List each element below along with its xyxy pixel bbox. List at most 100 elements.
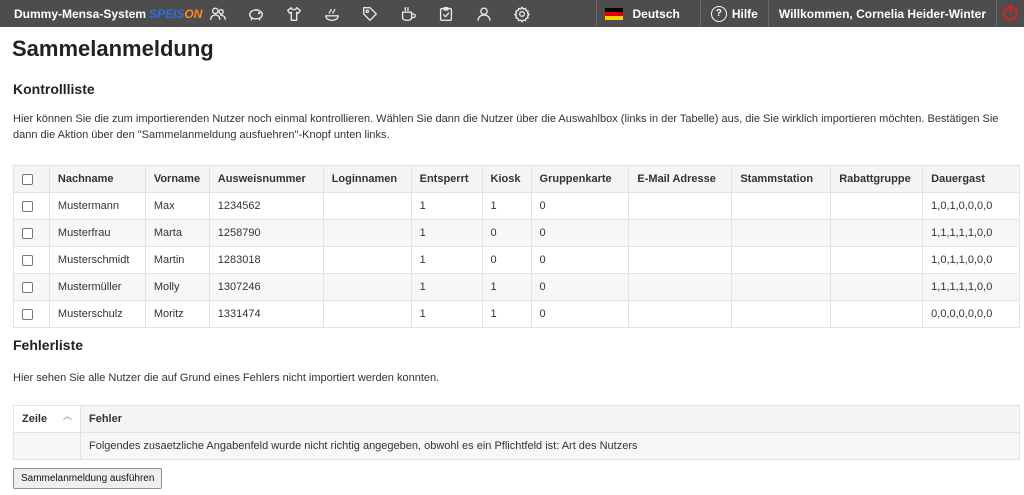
column-header[interactable]: Vorname bbox=[144, 165, 210, 193]
users-icon[interactable] bbox=[203, 0, 233, 27]
table-cell: 0 bbox=[530, 219, 630, 247]
fehlerliste-description: Hier sehen Sie alle Nutzer die auf Grund… bbox=[13, 372, 440, 384]
row-select-checkbox[interactable] bbox=[22, 281, 33, 293]
table-cell: 1331474 bbox=[208, 300, 324, 328]
table-cell: 0 bbox=[530, 273, 630, 301]
sort-icon: ︿ bbox=[62, 411, 72, 421]
header-right-group: Deutsch ? Hilfe Willkommen, Cornelia Hei… bbox=[596, 0, 1024, 27]
table-cell: 1 bbox=[481, 273, 532, 301]
help-button[interactable]: ? Hilfe bbox=[699, 0, 768, 27]
table-cell bbox=[628, 219, 733, 247]
table-cell: 0 bbox=[530, 300, 630, 328]
column-header[interactable]: Kiosk bbox=[481, 165, 532, 193]
table-cell bbox=[322, 192, 412, 220]
dish-icon[interactable] bbox=[317, 0, 347, 27]
column-header[interactable]: Nachname bbox=[48, 165, 146, 193]
shirt-icon[interactable] bbox=[279, 0, 309, 27]
german-flag-icon bbox=[605, 7, 624, 20]
column-header[interactable]: Fehler bbox=[80, 405, 1020, 433]
table-cell bbox=[731, 300, 832, 328]
table-cell: 1283018 bbox=[208, 246, 324, 274]
table-cell bbox=[628, 246, 733, 274]
table-cell: Mustermann bbox=[48, 192, 146, 220]
welcome-user[interactable]: Willkommen, Cornelia Heider-Winter bbox=[767, 0, 996, 27]
piggy-bank-icon[interactable] bbox=[241, 0, 271, 27]
execute-bulk-registration-button[interactable]: Sammelanmeldung ausführen bbox=[13, 468, 163, 489]
system-name: Dummy-Mensa-System bbox=[14, 6, 147, 21]
table-row: Musterschulz Moritz 1331474 1 1 0 0,0,0,0,0,0,… bbox=[13, 300, 1020, 328]
table-cell: 0 bbox=[530, 192, 630, 220]
column-header[interactable]: Stammstation bbox=[731, 165, 832, 193]
language-label: Deutsch bbox=[632, 6, 680, 21]
table-cell bbox=[830, 246, 924, 274]
column-header[interactable]: Gruppenkarte bbox=[530, 165, 630, 193]
table-cell: 1307246 bbox=[208, 273, 324, 301]
table-cell: Mustermüller bbox=[48, 273, 146, 301]
column-header[interactable]: Ausweisnummer bbox=[208, 165, 324, 193]
tag-icon[interactable] bbox=[355, 0, 385, 27]
row-select-checkbox[interactable] bbox=[22, 308, 33, 320]
table-cell: 1 bbox=[410, 273, 483, 301]
table-cell: 1,0,1,0,0,0,0 bbox=[922, 192, 1020, 220]
table-cell: Moritz bbox=[144, 300, 210, 328]
table-cell: 1,1,1,1,1,0,0 bbox=[922, 273, 1020, 301]
top-navigation-bar: Dummy-Mensa-System SPEISON Deutsch ? Hil… bbox=[0, 0, 1024, 27]
table-row: Mustermann Max 1234562 1 1 0 1,0,1,0,0,0,0 bbox=[13, 192, 1020, 220]
language-selector[interactable]: Deutsch bbox=[596, 0, 699, 27]
help-icon: ? bbox=[710, 5, 727, 22]
table-cell bbox=[830, 219, 924, 247]
table-row: Folgendes zusaetzliche Angabenfeld wurde… bbox=[13, 432, 1020, 460]
user-icon[interactable] bbox=[469, 0, 499, 27]
column-header[interactable]: Loginnamen bbox=[322, 165, 412, 193]
column-header[interactable]: Entsperrt bbox=[410, 165, 483, 193]
select-cell bbox=[13, 219, 50, 247]
logout-button[interactable] bbox=[996, 0, 1024, 27]
table-cell: 0,0,0,0,0,0,0 bbox=[922, 300, 1020, 328]
select-cell bbox=[13, 300, 50, 328]
kontrollliste-description: Hier können Sie die zum importierenden N… bbox=[13, 113, 999, 141]
column-header[interactable]: E-Mail Adresse bbox=[628, 165, 733, 193]
row-select-checkbox[interactable] bbox=[22, 227, 33, 239]
power-icon bbox=[1003, 5, 1018, 21]
row-select-checkbox[interactable] bbox=[22, 200, 33, 212]
table-cell bbox=[628, 300, 733, 328]
table-cell bbox=[731, 273, 832, 301]
table-cell bbox=[830, 273, 924, 301]
table-header-row: Nachname Vorname Ausweisnummer Loginname… bbox=[13, 165, 1020, 193]
main-nav bbox=[203, 0, 545, 27]
table-cell bbox=[731, 246, 832, 274]
table-cell: 1 bbox=[410, 192, 483, 220]
table-cell: Musterschmidt bbox=[48, 246, 146, 274]
table-cell bbox=[628, 273, 733, 301]
table-header-row: Zeile ︿ Fehler bbox=[13, 405, 1020, 433]
kontroll-table-body: Mustermann Max 1234562 1 1 0 1,0,1,0,0,0,0 Must… bbox=[13, 192, 1020, 328]
table-row: Mustermüller Molly 1307246 1 1 0 1,1,1,1,1,0,0 bbox=[13, 273, 1020, 301]
table-cell: 1,0,1,1,0,0,0 bbox=[922, 246, 1020, 274]
brand[interactable]: Dummy-Mensa-System SPEISON bbox=[0, 7, 203, 21]
table-cell: 0 bbox=[481, 246, 532, 274]
table-cell: 0 bbox=[530, 246, 630, 274]
cup-icon[interactable] bbox=[393, 0, 423, 27]
table-cell: Max bbox=[144, 192, 210, 220]
select-cell bbox=[13, 192, 50, 220]
column-header[interactable]: Dauergast bbox=[922, 165, 1020, 193]
table-cell bbox=[830, 192, 924, 220]
kontrollliste-heading: Kontrollliste bbox=[13, 81, 95, 97]
table-cell: 1234562 bbox=[208, 192, 324, 220]
column-header[interactable]: Rabattgruppe bbox=[830, 165, 924, 193]
table-cell bbox=[13, 432, 81, 460]
row-select-checkbox[interactable] bbox=[22, 254, 33, 266]
table-cell: 1 bbox=[481, 192, 532, 220]
table-cell: Folgendes zusaetzliche Angabenfeld wurde… bbox=[80, 432, 1020, 460]
table-cell bbox=[830, 300, 924, 328]
table-cell bbox=[731, 192, 832, 220]
gear-icon[interactable] bbox=[507, 0, 537, 27]
table-cell bbox=[322, 246, 412, 274]
table-cell: 1 bbox=[410, 246, 483, 274]
select-cell bbox=[13, 246, 50, 274]
select-all-checkbox[interactable] bbox=[22, 173, 33, 185]
clipboard-icon[interactable] bbox=[431, 0, 461, 27]
table-cell: Molly bbox=[144, 273, 210, 301]
column-header[interactable]: Zeile ︿ bbox=[13, 405, 81, 433]
table-cell: Musterfrau bbox=[48, 219, 146, 247]
